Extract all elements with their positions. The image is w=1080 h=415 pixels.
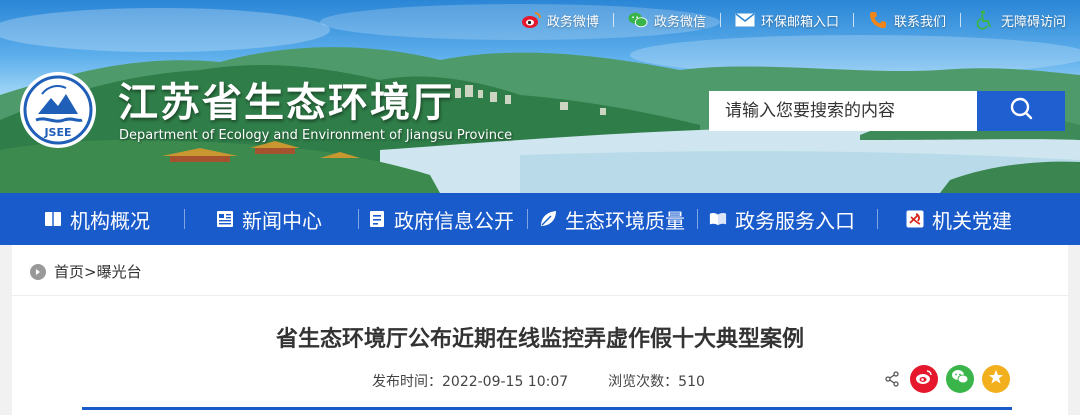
separator bbox=[719, 13, 721, 27]
mail-icon bbox=[735, 10, 755, 30]
share-icon[interactable] bbox=[882, 369, 902, 389]
nav-item-services[interactable]: 政务服务入口 bbox=[709, 193, 855, 245]
publish-time: 发布时间：2022-09-15 10:07 bbox=[372, 374, 569, 390]
newspaper-icon bbox=[216, 210, 234, 228]
accessibility-icon bbox=[975, 10, 995, 30]
divider bbox=[12, 295, 1068, 296]
weibo-icon bbox=[521, 10, 541, 30]
leaf-icon bbox=[539, 210, 557, 228]
nav-item-news[interactable]: 新闻中心 bbox=[216, 193, 322, 245]
open-book-icon bbox=[709, 210, 727, 228]
site-title: 江苏省生态环境厅 bbox=[118, 79, 454, 126]
weibo-icon bbox=[915, 369, 933, 389]
separator bbox=[612, 13, 614, 27]
nav-item-gov-info[interactable]: 政府信息公开 bbox=[368, 193, 514, 245]
top-links: 政务微博 政务微信 环保邮箱入口 联系我们 无障碍访问 bbox=[521, 10, 1066, 30]
phone-icon bbox=[868, 10, 888, 30]
nav-separator bbox=[877, 209, 878, 229]
party-emblem-icon bbox=[906, 210, 924, 228]
search-box bbox=[709, 91, 1065, 131]
nav-separator bbox=[184, 209, 185, 229]
view-count: 浏览次数：510 bbox=[608, 374, 705, 390]
search-button[interactable] bbox=[977, 91, 1065, 131]
breadcrumb-home-link[interactable]: 首页 bbox=[54, 263, 84, 281]
share-bar bbox=[882, 365, 1010, 393]
nav-separator bbox=[358, 209, 359, 229]
jsee-logo[interactable]: JSEE bbox=[18, 70, 98, 150]
share-wechat-button[interactable] bbox=[946, 365, 974, 393]
top-link-contact[interactable]: 联系我们 bbox=[868, 10, 961, 30]
wechat-icon bbox=[628, 10, 648, 30]
breadcrumb: 首页>曝光台 bbox=[30, 261, 142, 282]
top-link-weibo[interactable]: 政务微博 bbox=[521, 10, 614, 30]
top-link-mail[interactable]: 环保邮箱入口 bbox=[735, 10, 854, 30]
location-icon bbox=[30, 263, 46, 280]
separator bbox=[959, 13, 961, 27]
share-weibo-button[interactable] bbox=[910, 365, 938, 393]
header-banner: 政务微博 政务微信 环保邮箱入口 联系我们 无障碍访问 JSEE 江苏省生态环境… bbox=[0, 0, 1080, 193]
svg-text:JSEE: JSEE bbox=[43, 126, 71, 139]
nav-item-party[interactable]: 机关党建 bbox=[906, 193, 1012, 245]
nav-item-eco-quality[interactable]: 生态环境质量 bbox=[539, 193, 685, 245]
wechat-icon bbox=[951, 369, 969, 389]
top-link-accessibility[interactable]: 无障碍访问 bbox=[975, 10, 1066, 30]
main-nav: 机构概况 新闻中心 政府信息公开 生态环境质量 政务服务入口 机关党建 bbox=[0, 193, 1080, 245]
share-qzone-button[interactable] bbox=[982, 365, 1010, 393]
separator bbox=[852, 13, 854, 27]
article-panel: 首页>曝光台 省生态环境厅公布近期在线监控弄虚作假十大典型案例 发布时间：202… bbox=[12, 245, 1068, 415]
breadcrumb-separator: > bbox=[84, 263, 97, 281]
document-icon bbox=[368, 210, 386, 228]
top-link-wechat[interactable]: 政务微信 bbox=[628, 10, 721, 30]
breadcrumb-current-link[interactable]: 曝光台 bbox=[97, 263, 142, 281]
search-input[interactable] bbox=[709, 91, 977, 131]
nav-item-organization[interactable]: 机构概况 bbox=[44, 193, 150, 245]
article-meta: 发布时间：2022-09-15 10:07 浏览次数：510 bbox=[372, 371, 705, 391]
book-icon bbox=[44, 210, 62, 228]
qzone-icon bbox=[988, 369, 1004, 389]
nav-separator bbox=[697, 209, 698, 229]
site-subtitle: Department of Ecology and Environment of… bbox=[119, 128, 513, 143]
title-underline bbox=[82, 407, 1012, 410]
nav-separator bbox=[527, 209, 528, 229]
article-title: 省生态环境厅公布近期在线监控弄虚作假十大典型案例 bbox=[275, 327, 804, 352]
search-icon bbox=[1008, 96, 1034, 126]
